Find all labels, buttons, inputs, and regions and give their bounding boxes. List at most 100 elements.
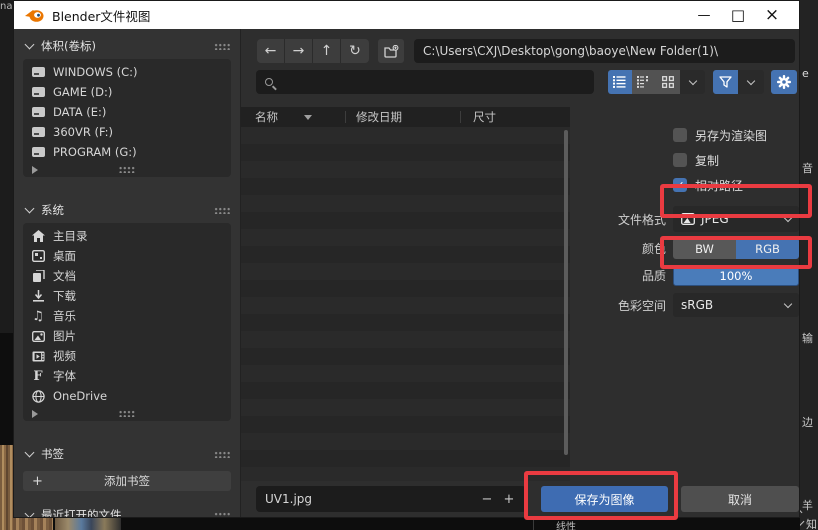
expand-triangle-icon[interactable] <box>32 410 38 418</box>
system-item-videos[interactable]: 视频 <box>23 346 231 366</box>
save-as-render-row[interactable]: 另存为渲染图 <box>570 123 799 147</box>
title-bar[interactable]: Blender文件视图 — □ × <box>14 1 799 29</box>
home-icon <box>23 230 53 242</box>
volume-item-data-e[interactable]: DATA (E:) <box>23 102 231 122</box>
filter-dropdown[interactable] <box>738 70 764 94</box>
file-list-area: 名称 修改日期 尺寸 <box>241 107 570 481</box>
filename-stepper: − + <box>476 486 520 512</box>
section-title: 系统 <box>41 202 64 218</box>
system-item-downloads[interactable]: 下载 <box>23 286 231 306</box>
file-format-value: JPEG <box>701 212 729 226</box>
nav-button-group: ← → ↑ ↻ <box>257 39 369 63</box>
grip-handle-icon[interactable] <box>214 207 231 214</box>
file-format-dropdown[interactable]: JPEG <box>673 206 799 232</box>
create-folder-button[interactable] <box>378 39 404 63</box>
display-vertical-list-button[interactable] <box>608 70 632 94</box>
grip-handle-icon[interactable] <box>214 451 231 458</box>
refresh-button[interactable]: ↻ <box>341 39 369 63</box>
section-header-volumes[interactable]: 体积(卷标) <box>23 37 231 55</box>
save-as-image-button[interactable]: 保存为图像 <box>541 486 668 512</box>
system-label: 文档 <box>53 268 76 284</box>
display-mode-dropdown[interactable] <box>680 70 706 94</box>
copy-row[interactable]: 复制 <box>570 148 799 172</box>
system-item-documents[interactable]: 文档 <box>23 266 231 286</box>
volume-item-windows-c[interactable]: WINDOWS (C:) <box>23 62 231 82</box>
disk-drive-icon <box>23 127 53 137</box>
minimize-button[interactable]: — <box>687 3 721 27</box>
video-icon <box>23 351 53 362</box>
navigation-toolbar: ← → ↑ ↻ C:\Users\CXJ\Desktop\gong\bao <box>257 39 797 63</box>
add-bookmark-button[interactable]: + 添加书签 <box>23 471 231 491</box>
volume-label: 360VR (F:) <box>53 125 113 139</box>
quality-slider[interactable]: 100% <box>673 265 799 286</box>
system-item-music[interactable]: ♫ 音乐 <box>23 306 231 326</box>
close-button[interactable]: × <box>755 3 789 27</box>
color-bw-button[interactable]: BW <box>673 238 736 259</box>
color-segmented-control: BW RGB <box>673 238 799 259</box>
grip-handle-icon[interactable] <box>119 410 136 417</box>
display-detail-list-button[interactable] <box>632 70 656 94</box>
section-header-recent[interactable]: 最近打开的文件 <box>23 506 231 517</box>
filename-input[interactable]: UV1.jpg − + <box>256 486 526 512</box>
background-image-thumbnail <box>0 445 13 530</box>
window-title: Blender文件视图 <box>52 6 150 25</box>
system-label: 主目录 <box>53 228 88 244</box>
chevron-down-icon <box>25 448 35 458</box>
volumes-list: WINDOWS (C:) GAME (D:) DATA (E:) 360VR (… <box>23 59 231 177</box>
desktop-icon <box>23 250 53 262</box>
column-header-size[interactable]: 尺寸 <box>461 109 496 125</box>
grip-handle-icon[interactable] <box>214 512 231 518</box>
grip-handle-icon[interactable] <box>214 43 231 50</box>
execute-bar: UV1.jpg − + 保存为图像 取消 <box>241 481 799 517</box>
volume-label: DATA (E:) <box>53 105 106 119</box>
system-item-pictures[interactable]: 图片 <box>23 326 231 346</box>
cancel-button[interactable]: 取消 <box>681 486 799 512</box>
checkbox-unchecked-icon[interactable] <box>673 153 687 167</box>
background-partial-text: 羊 <box>802 497 813 513</box>
system-item-fonts[interactable]: F 字体 <box>23 366 231 386</box>
background-dark-band <box>0 333 13 445</box>
system-item-home[interactable]: 主目录 <box>23 226 231 246</box>
color-space-label: 色彩空间 <box>570 297 666 314</box>
section-header-bookmarks[interactable]: 书签 <box>23 445 231 463</box>
funnel-icon <box>719 76 732 88</box>
color-space-dropdown[interactable]: sRGB <box>673 293 799 317</box>
back-button[interactable]: ← <box>257 39 285 63</box>
path-input[interactable]: C:\Users\CXJ\Desktop\gong\baoye\New Fold… <box>414 39 795 63</box>
settings-button[interactable] <box>771 70 797 94</box>
file-list-empty[interactable] <box>241 127 570 481</box>
image-icon <box>681 213 695 225</box>
background-partial-text: 音 <box>802 160 813 176</box>
grip-handle-icon[interactable] <box>119 166 136 173</box>
background-partial-text: 输 <box>802 330 813 346</box>
system-item-desktop[interactable]: 桌面 <box>23 246 231 266</box>
expand-triangle-icon[interactable] <box>32 166 38 174</box>
volume-label: GAME (D:) <box>53 85 112 99</box>
file-format-row: 文件格式 JPEG <box>570 206 799 232</box>
relative-path-row[interactable]: ✓ 相对路径 <box>570 173 799 197</box>
quality-label: 品质 <box>570 267 666 284</box>
forward-button[interactable]: → <box>285 39 313 63</box>
parent-directory-button[interactable]: ↑ <box>313 39 341 63</box>
volume-item-program-g[interactable]: PROGRAM (G:) <box>23 142 231 162</box>
documents-icon <box>23 270 53 282</box>
filter-button[interactable] <box>713 70 738 94</box>
color-rgb-button[interactable]: RGB <box>736 238 799 259</box>
maximize-button[interactable]: □ <box>721 3 755 27</box>
section-header-system[interactable]: 系统 <box>23 201 231 219</box>
increment-button[interactable]: + <box>498 492 520 507</box>
decrement-button[interactable]: − <box>476 492 498 507</box>
volume-item-game-d[interactable]: GAME (D:) <box>23 82 231 102</box>
search-input[interactable] <box>256 70 594 94</box>
blender-file-view-dialog: Blender文件视图 — □ × 体积(卷标) WINDOWS (C:) <box>13 0 800 518</box>
scrollbar[interactable] <box>564 130 568 455</box>
checkbox-checked-icon[interactable]: ✓ <box>673 178 687 192</box>
system-item-onedrive[interactable]: OneDrive <box>23 386 231 406</box>
sort-descending-icon <box>304 115 312 120</box>
display-thumbnails-button[interactable] <box>656 70 680 94</box>
column-header-name[interactable]: 名称 <box>241 109 345 125</box>
display-mode-group <box>608 70 705 94</box>
column-header-date[interactable]: 修改日期 <box>346 109 460 125</box>
volume-item-360vr-f[interactable]: 360VR (F:) <box>23 122 231 142</box>
checkbox-unchecked-icon[interactable] <box>673 128 687 142</box>
